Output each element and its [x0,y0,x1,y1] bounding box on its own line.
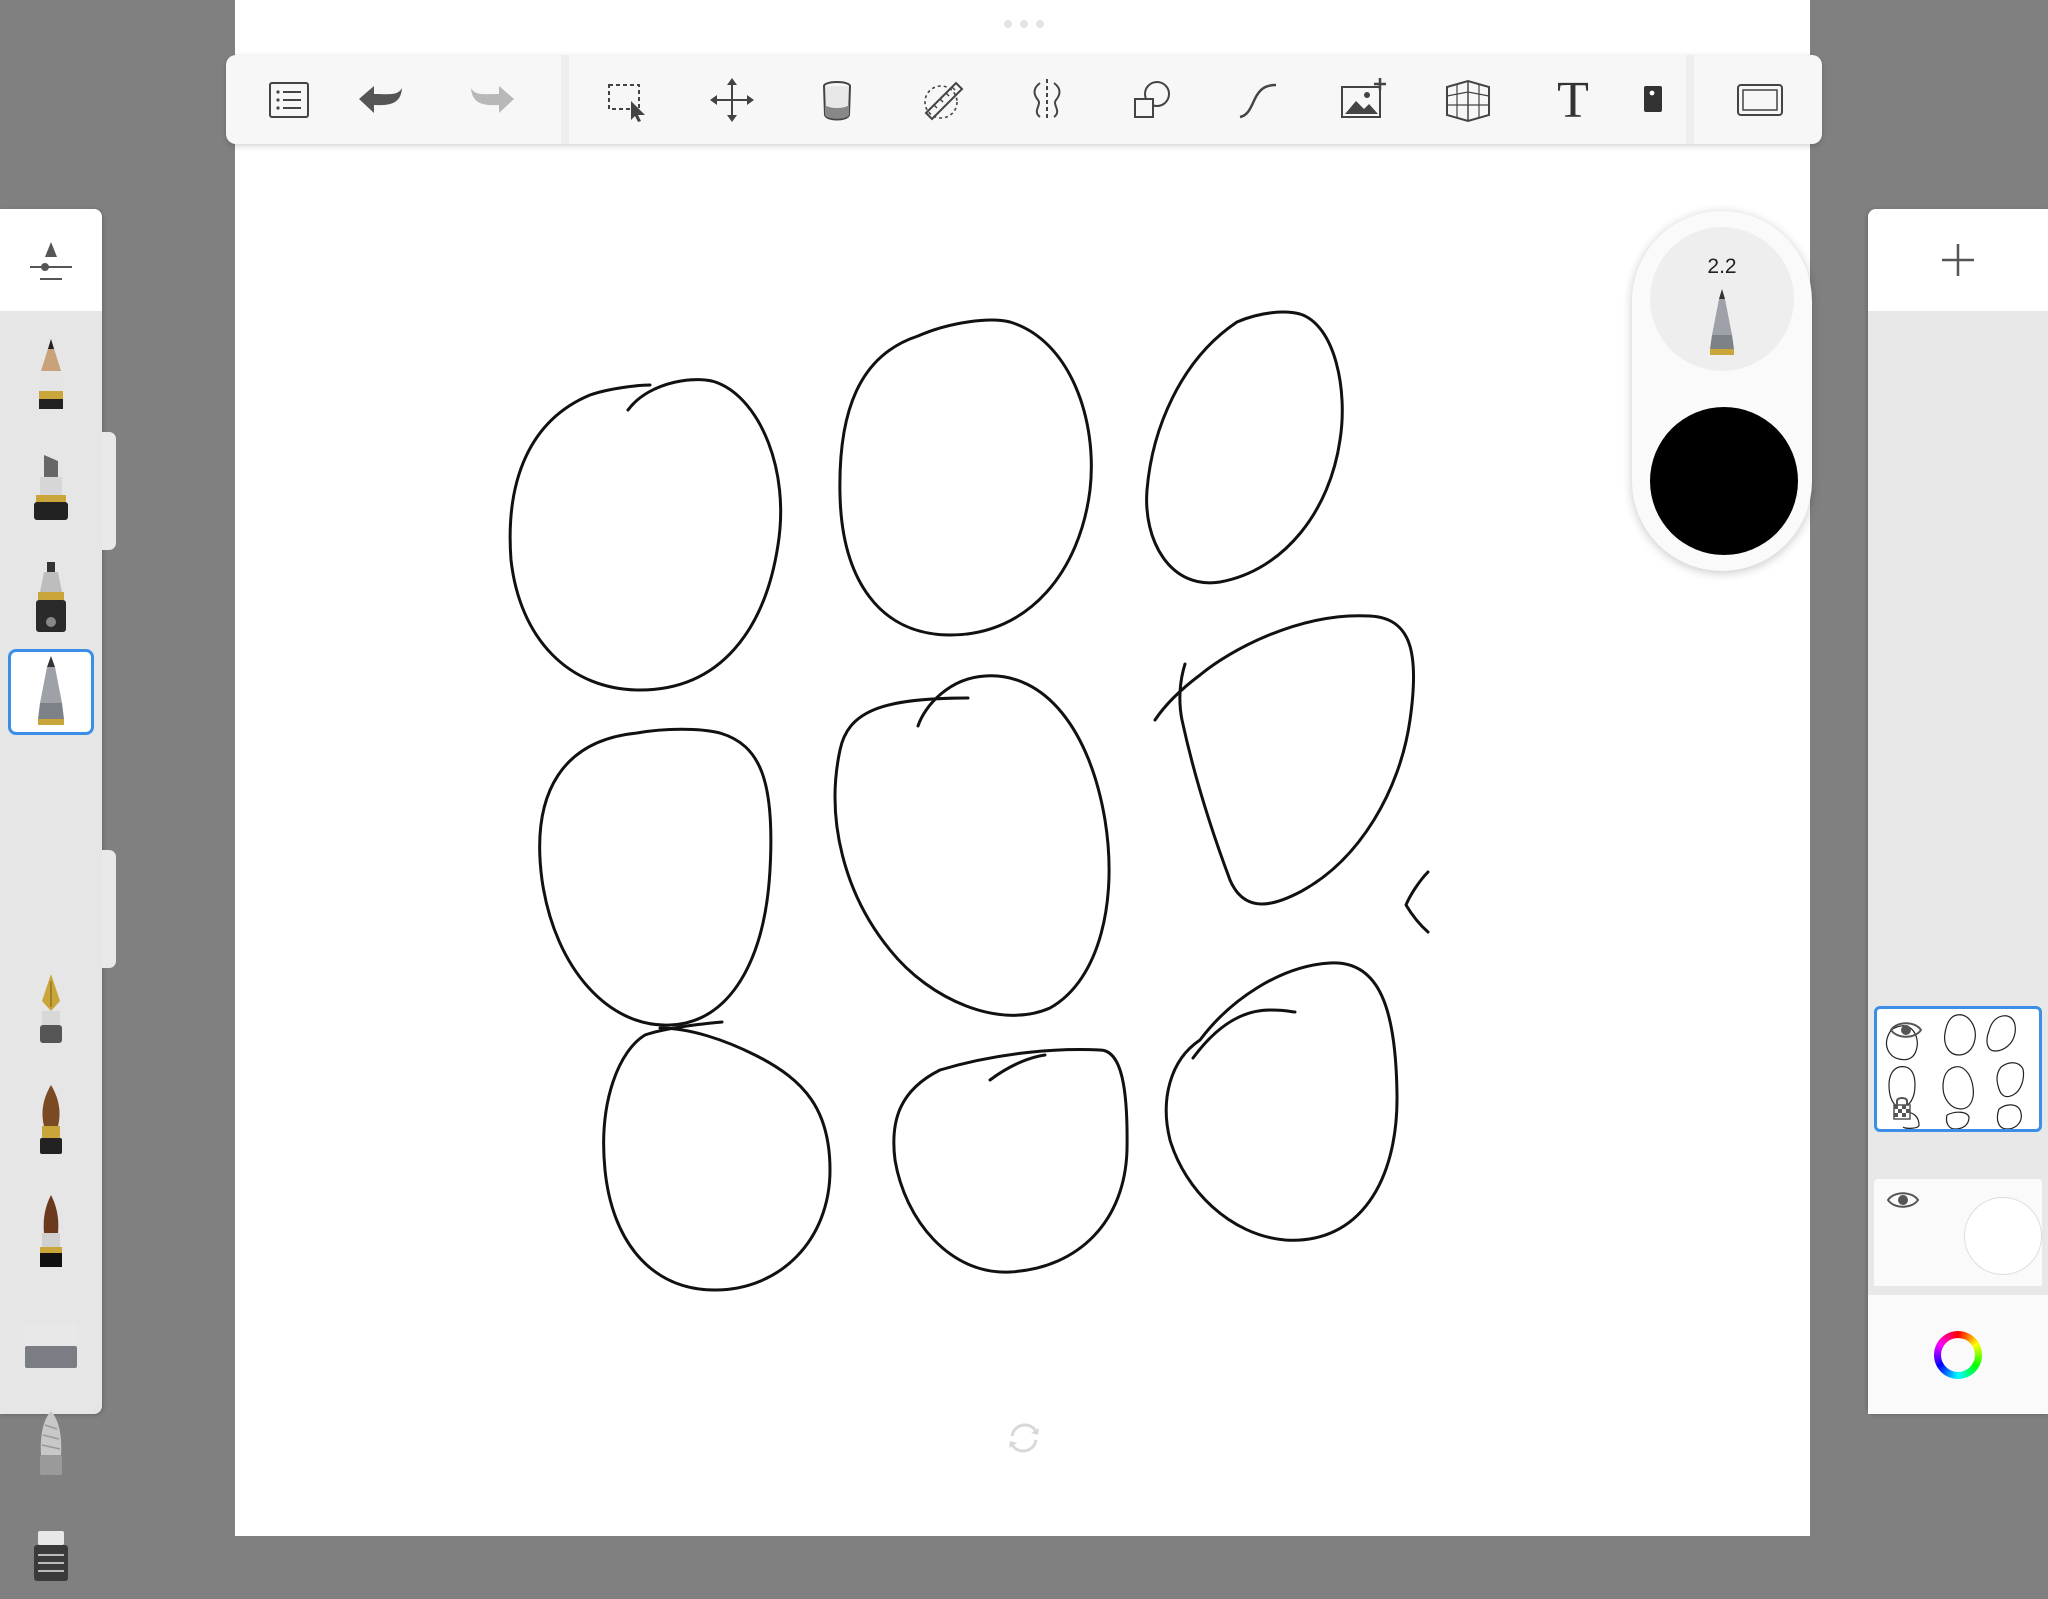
brush-size-value: 2.2 [1707,255,1737,278]
brush-properties-button[interactable] [0,209,102,311]
transform-button[interactable] [701,69,763,131]
circle-stroke-6 [1153,614,1416,906]
eraser-icon [25,1324,77,1368]
layer-panel [1868,209,2048,1414]
fullscreen-button[interactable] [1729,69,1791,131]
marker-icon [34,455,68,520]
curve-icon [1232,75,1282,125]
fountain-pen-icon [40,974,62,1043]
brush-hard-eraser[interactable] [8,1300,94,1386]
brush-puck[interactable]: 2.2 [1632,211,1812,571]
copic-icon [1644,86,1662,112]
canvas-grab-handle[interactable] [1000,20,1048,30]
pencil-icon [39,339,63,409]
add-layer-button[interactable] [1868,209,2048,311]
symmetry-icon [1022,75,1072,125]
selection-icon [602,75,645,122]
color-editor-button[interactable] [1868,1295,2048,1414]
transparency-lock-icon [1893,1097,1911,1120]
brush-palette [0,209,102,1581]
fill-button[interactable] [806,69,868,131]
move-icon [710,78,754,122]
selection-button[interactable] [596,69,658,131]
brush-soft-eraser[interactable] [8,1401,94,1487]
paint-bucket-icon [812,75,862,125]
circle-stroke-7 [602,1020,832,1292]
circle-stroke-4 [538,727,773,1027]
text-tool-label: T [1557,71,1589,129]
brush-library-button[interactable] [258,69,320,131]
stroke-button[interactable] [1226,69,1288,131]
main-toolbar: T [226,55,1822,144]
circle-stroke-1 [508,378,783,692]
shapes-icon [1127,75,1177,125]
ruler-icon [918,75,968,125]
brush-properties-icon [30,242,72,280]
soft-eraser-icon [40,1411,62,1475]
brush-airbrush[interactable] [8,554,94,640]
copic-button[interactable] [1622,69,1684,131]
redo-button[interactable] [461,69,523,131]
palette-scroll-tab-top[interactable] [102,432,116,550]
redo-icon [471,86,514,113]
brush-marker[interactable] [8,443,94,529]
perspective-grid-icon [1443,75,1493,125]
toolbar-separator [1686,55,1694,144]
partial-stroke [1404,870,1430,934]
circle-stroke-2 [838,318,1093,637]
text-button[interactable]: T [1542,69,1604,131]
layer-2-visibility-eye-icon[interactable] [1886,1189,1920,1211]
layer-1-thumbnail[interactable] [1874,1006,2042,1132]
smear-icon [34,1531,68,1581]
ruler-button[interactable] [912,69,974,131]
brush-fountain-pen[interactable] [8,967,94,1053]
circle-stroke-8 [892,1048,1129,1274]
symmetry-button[interactable] [1016,69,1078,131]
ballpoint-pen-icon [38,656,64,725]
ink-brush-icon [40,1195,62,1267]
brush-pencil[interactable] [8,332,94,418]
plus-icon [1942,244,1974,276]
layer-2-thumbnail[interactable] [1874,1179,2042,1286]
color-puck[interactable] [1650,407,1798,555]
layer-1-visibility-eye-icon[interactable] [1889,1019,1923,1041]
brush-ink-brush[interactable] [8,1189,94,1275]
brush-ballpoint-pen[interactable] [8,649,94,735]
brush-size-puck[interactable]: 2.2 [1650,227,1794,371]
circle-stroke-9 [1164,961,1399,1242]
ballpoint-pen-icon [1710,289,1734,355]
circle-stroke-3 [1145,310,1344,585]
airbrush-icon [36,562,66,632]
brush-paint-brush[interactable] [8,1078,94,1164]
color-wheel-icon [1934,1330,1982,1379]
circle-stroke-5 [833,674,1111,1017]
palette-scroll-tab-bottom[interactable] [102,850,116,968]
undo-button[interactable] [350,69,412,131]
paint-brush-icon [40,1085,62,1154]
list-icon [264,75,314,125]
fullscreen-icon [1735,75,1785,125]
image-add-icon [1338,75,1388,125]
sync-icon[interactable] [1006,1420,1042,1456]
background-layer-preview [1964,1197,2042,1275]
shapes-button[interactable] [1121,69,1183,131]
toolbar-separator [561,55,569,144]
perspective-button[interactable] [1437,69,1499,131]
add-image-button[interactable] [1332,69,1394,131]
undo-icon [359,86,402,113]
brush-smear[interactable] [8,1513,94,1599]
